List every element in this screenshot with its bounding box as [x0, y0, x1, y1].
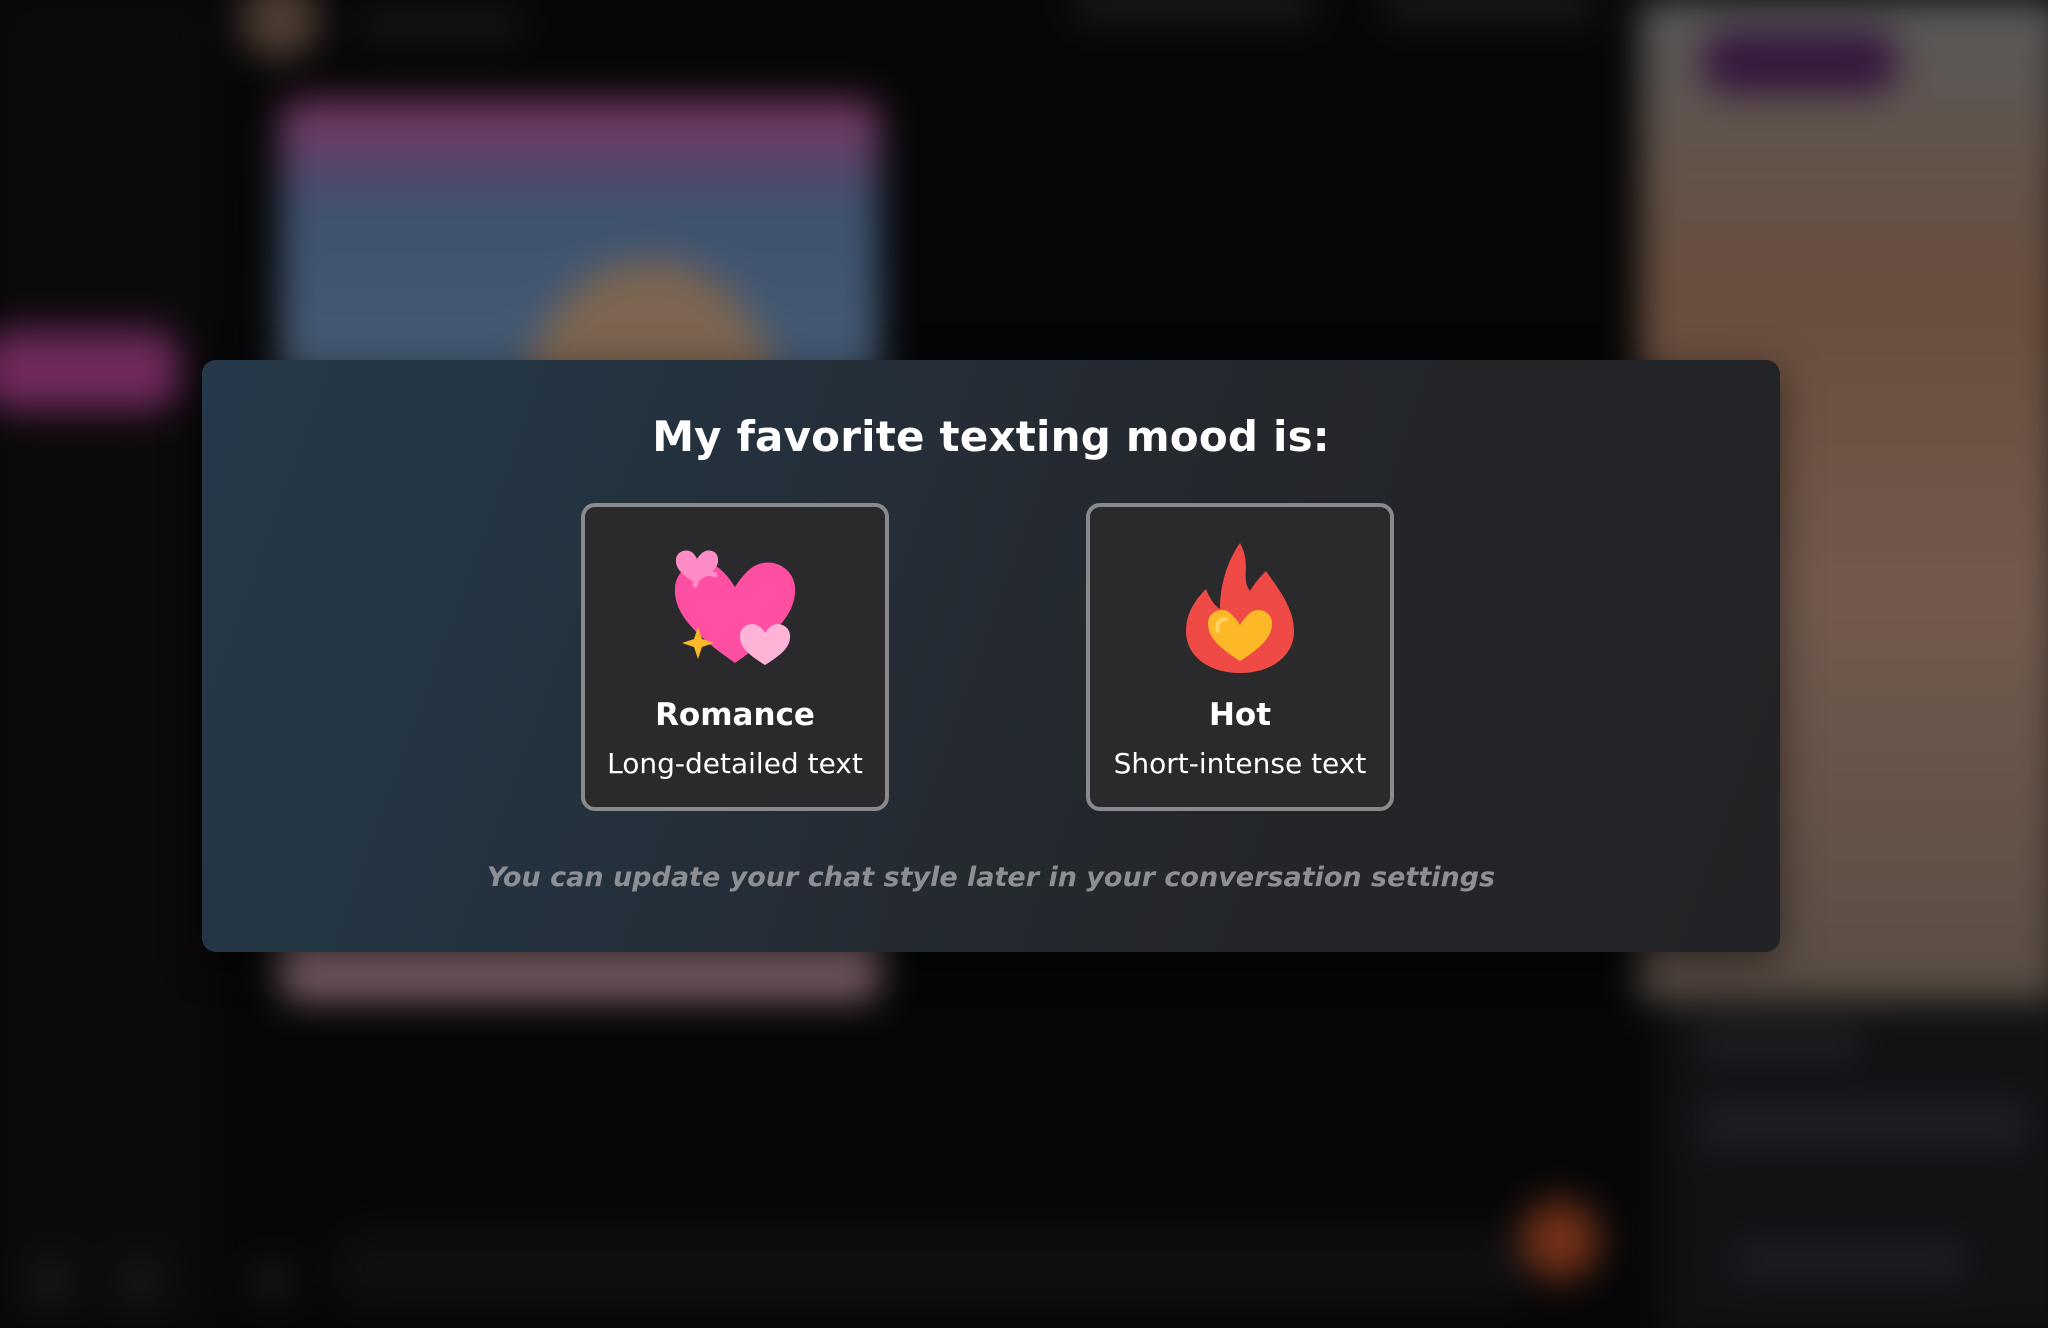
modal-title: My favorite texting mood is:	[652, 412, 1330, 461]
modal-footnote: You can update your chat style later in …	[486, 862, 1496, 893]
romance-option-subtitle: Long-detailed text	[607, 747, 863, 780]
hearts-icon	[674, 550, 796, 665]
romance-option-title: Romance	[655, 697, 815, 733]
fire-heart-icon	[1186, 543, 1294, 673]
app-stage: My favorite texting mood is: Romance Lon…	[0, 0, 2048, 1328]
romance-option-card[interactable]: Romance Long-detailed text	[581, 503, 889, 811]
hot-option-title: Hot	[1208, 697, 1272, 733]
texting-mood-modal: My favorite texting mood is: Romance Lon…	[202, 360, 1780, 952]
hot-option-subtitle: Short-intense text	[1113, 747, 1367, 780]
hot-option-card[interactable]: Hot Short-intense text	[1086, 503, 1394, 811]
